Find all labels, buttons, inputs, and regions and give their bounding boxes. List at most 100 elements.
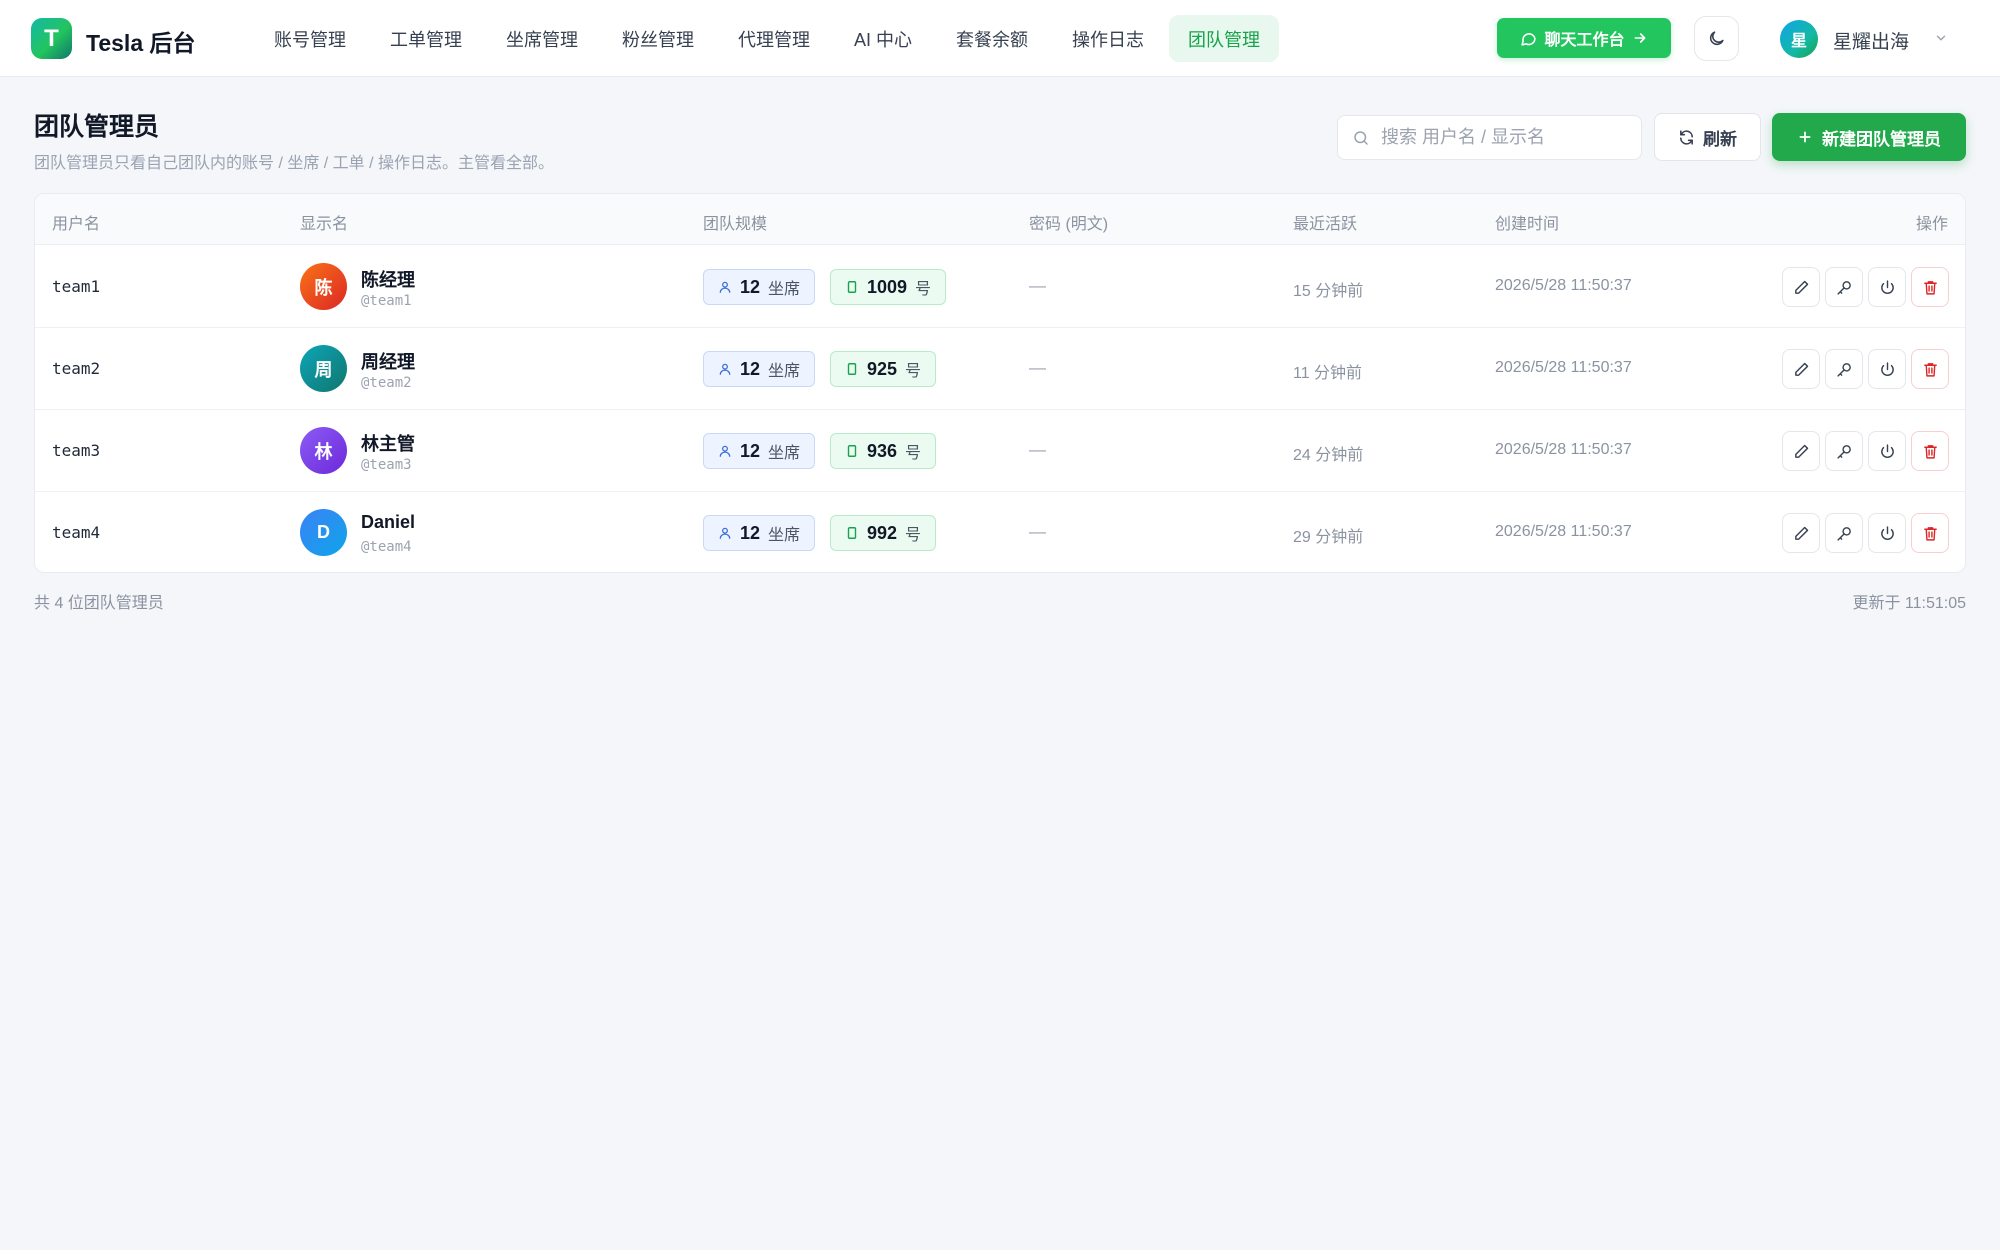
seat-count-badge: 12 坐席 — [703, 351, 816, 387]
nav-item-plan-balance[interactable]: 套餐余额 — [937, 15, 1047, 62]
brand-name[interactable]: Tesla 后台 — [86, 24, 196, 58]
avatar: 陈 — [300, 263, 347, 310]
team-admin-table: 用户名 显示名 团队规模 密码 (明文) 最近活跃 创建时间 操作 team1 … — [34, 193, 1966, 573]
header-team-size: 团队规模 — [703, 216, 768, 233]
nav-label: 代理管理 — [738, 29, 810, 50]
nav-item-tickets[interactable]: 工单管理 — [371, 15, 481, 62]
phone-icon — [845, 279, 859, 295]
logo-badge[interactable]: T — [31, 18, 72, 59]
edit-icon — [1793, 443, 1810, 460]
user-icon — [718, 280, 732, 294]
table-row: team1 陈 陈经理 @team1 12 坐席 1009 号 — 15 分钟前… — [35, 246, 1965, 328]
refresh-button[interactable]: 刷新 — [1654, 113, 1761, 161]
search-box[interactable] — [1337, 115, 1642, 160]
account-count-badge: 936 号 — [830, 433, 937, 469]
phone-icon — [845, 361, 859, 377]
username-cell: team2 — [52, 359, 101, 378]
user-avatar[interactable]: 星 — [1780, 20, 1818, 58]
edit-button[interactable] — [1782, 513, 1820, 553]
moon-icon — [1707, 29, 1726, 48]
user-handle: @team1 — [361, 293, 412, 309]
nav-item-agents[interactable]: 代理管理 — [719, 15, 829, 62]
new-team-admin-label: 新建团队管理员 — [1822, 129, 1941, 149]
account-count: 992 — [867, 522, 898, 543]
top-navbar: T Tesla 后台 账号管理 工单管理 坐席管理 粉丝管理 代理管理 AI 中… — [0, 0, 2000, 77]
nav-label: 操作日志 — [1072, 29, 1145, 50]
delete-button[interactable] — [1911, 431, 1949, 471]
last-active-cell: 24 分钟前 — [1293, 447, 1364, 464]
key-icon — [1836, 525, 1853, 542]
account-count-badge: 1009 号 — [830, 269, 947, 305]
edit-button[interactable] — [1782, 349, 1820, 389]
user-handle: @team3 — [361, 457, 412, 473]
search-input[interactable] — [1381, 127, 1621, 148]
user-handle: @team4 — [361, 539, 412, 555]
edit-button[interactable] — [1782, 267, 1820, 307]
seat-count: 12 — [740, 276, 761, 297]
power-icon — [1879, 525, 1896, 542]
plus-icon — [1797, 129, 1813, 145]
display-name: 周经理 — [361, 352, 415, 372]
toggle-status-button[interactable] — [1868, 431, 1906, 471]
seat-count-badge: 12 坐席 — [703, 269, 816, 305]
toggle-status-button[interactable] — [1868, 349, 1906, 389]
avatar: 周 — [300, 345, 347, 392]
created-time-cell: 2026/5/28 11:50:37 — [1495, 277, 1632, 294]
edit-button[interactable] — [1782, 431, 1820, 471]
edit-icon — [1793, 525, 1810, 542]
search-icon — [1352, 129, 1370, 147]
nav-item-fans[interactable]: 粉丝管理 — [603, 15, 713, 62]
nav-item-team-management[interactable]: 团队管理 — [1169, 15, 1280, 62]
username-cell: team1 — [52, 277, 101, 296]
arrow-right-icon — [1632, 30, 1648, 46]
new-team-admin-button[interactable]: 新建团队管理员 — [1772, 113, 1966, 161]
toggle-status-button[interactable] — [1868, 267, 1906, 307]
delete-button[interactable] — [1911, 349, 1949, 389]
username-cell: team4 — [52, 523, 101, 542]
chat-workbench-label: 聊天工作台 — [1544, 32, 1625, 49]
header-display-name: 显示名 — [300, 216, 349, 233]
table-row: team4 D Daniel @team4 12 坐席 992 号 — 29 分… — [35, 492, 1965, 572]
user-icon — [718, 526, 732, 540]
table-row: team2 周 周经理 @team2 12 坐席 925 号 — 11 分钟前 … — [35, 328, 1965, 410]
avatar-letter: 周 — [314, 359, 333, 380]
username-cell: team3 — [52, 441, 101, 460]
reset-password-button[interactable] — [1825, 349, 1863, 389]
seat-unit: 坐席 — [768, 527, 801, 544]
avatar-letter: D — [317, 522, 330, 542]
page-title: 团队管理员 — [34, 113, 160, 141]
nav-label: 团队管理 — [1188, 29, 1261, 50]
reset-password-button[interactable] — [1825, 431, 1863, 471]
reset-password-button[interactable] — [1825, 267, 1863, 307]
account-count-badge: 992 号 — [830, 515, 937, 551]
account-count-badge: 925 号 — [830, 351, 937, 387]
power-icon — [1879, 443, 1896, 460]
page-subtitle: 团队管理员只看自己团队内的账号 / 坐席 / 工单 / 操作日志。主管看全部。 — [34, 155, 555, 172]
seat-unit: 坐席 — [768, 445, 801, 462]
chat-workbench-button[interactable]: 聊天工作台 — [1497, 18, 1671, 58]
nav-item-accounts[interactable]: 账号管理 — [255, 15, 365, 62]
delete-button[interactable] — [1911, 267, 1949, 307]
toggle-status-button[interactable] — [1868, 513, 1906, 553]
delete-button[interactable] — [1911, 513, 1949, 553]
nav-item-seats[interactable]: 坐席管理 — [487, 15, 597, 62]
user-name[interactable]: 星耀出海 — [1833, 27, 1909, 54]
reset-password-button[interactable] — [1825, 513, 1863, 553]
header-created-time: 创建时间 — [1495, 216, 1560, 233]
user-avatar-letter: 星 — [1790, 33, 1807, 50]
password-cell: — — [1029, 358, 1046, 377]
display-name: 陈经理 — [361, 270, 415, 290]
chevron-down-icon[interactable] — [1934, 31, 1948, 45]
trash-icon — [1922, 279, 1939, 296]
avatar: D — [300, 509, 347, 556]
refresh-label: 刷新 — [1703, 129, 1737, 149]
main-nav: 账号管理 工单管理 坐席管理 粉丝管理 代理管理 AI 中心 套餐余额 操作日志… — [255, 15, 1285, 62]
theme-toggle-button[interactable] — [1694, 16, 1739, 61]
trash-icon — [1922, 361, 1939, 378]
nav-item-ai-center[interactable]: AI 中心 — [835, 15, 931, 62]
refresh-icon — [1678, 129, 1695, 146]
account-unit: 号 — [915, 281, 932, 298]
display-name: Daniel — [361, 512, 416, 532]
display-name: 林主管 — [361, 434, 415, 454]
nav-item-operation-log[interactable]: 操作日志 — [1053, 15, 1163, 62]
